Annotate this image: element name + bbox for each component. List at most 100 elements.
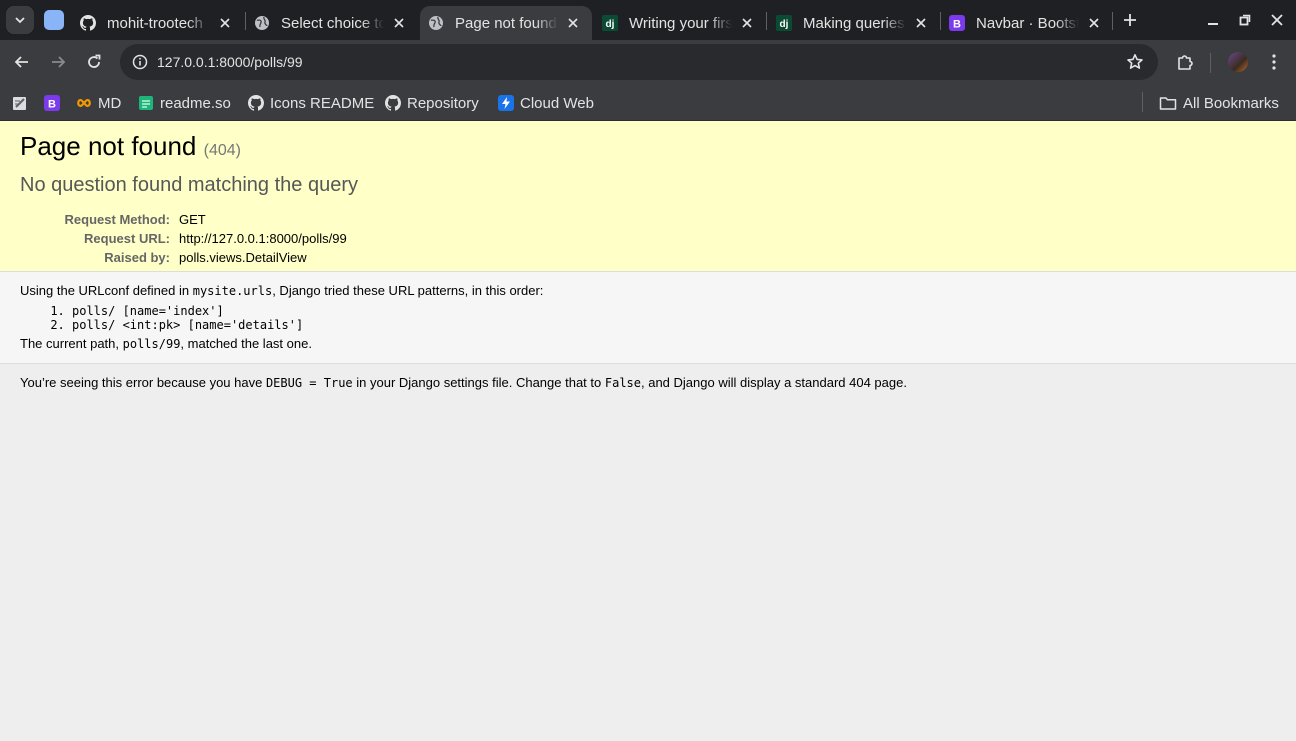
- close-window-button[interactable]: [1265, 8, 1289, 32]
- tab-separator: [1112, 12, 1113, 30]
- forward-button[interactable]: [44, 48, 72, 76]
- meta-label: Raised by:: [104, 250, 170, 265]
- page-title-text: Page not found: [20, 131, 197, 161]
- bookmarks-divider: [1142, 92, 1143, 112]
- current-path: polls/99: [122, 337, 181, 351]
- restore-button[interactable]: [1233, 8, 1257, 32]
- all-bookmarks[interactable]: All Bookmarks: [1159, 91, 1279, 115]
- bootstrap-icon: B: [949, 15, 965, 31]
- tab-group-indicator[interactable]: [44, 10, 64, 30]
- minimize-button[interactable]: [1201, 8, 1225, 32]
- meta-row-raised-by: Raised by: polls.views.DetailView: [20, 248, 347, 267]
- django-icon: dj: [602, 15, 618, 31]
- bookmark-md[interactable]: MD: [76, 91, 121, 115]
- bookmark-label: Icons README: [270, 94, 375, 112]
- bookmark-label: MD: [98, 94, 122, 112]
- new-tab-button[interactable]: [1118, 8, 1142, 32]
- kebab-menu-icon: [1272, 54, 1276, 70]
- close-icon[interactable]: [216, 14, 234, 32]
- meta-label: Request URL:: [84, 231, 170, 246]
- restore-icon: [1239, 14, 1251, 26]
- bootstrap-icon: B: [44, 95, 60, 111]
- tab-title: mohit-trootech: [107, 14, 203, 32]
- avatar: [1228, 52, 1248, 72]
- reload-button[interactable]: [80, 48, 108, 76]
- tab-page-not-found[interactable]: Page not found: [420, 6, 592, 40]
- arrow-left-icon: [14, 56, 28, 68]
- request-meta-table: Request Method: GET Request URL: http://…: [20, 210, 347, 267]
- error-message: No question found matching the query: [20, 174, 358, 196]
- tab-search-button[interactable]: [6, 6, 34, 34]
- puzzle-icon: [1178, 55, 1193, 70]
- extensions-button[interactable]: [1171, 48, 1199, 76]
- tab-title: Writing your first: [629, 14, 732, 32]
- debug-explanation: You’re seeing this error because you hav…: [0, 364, 1296, 401]
- svg-text:dj: dj: [780, 19, 789, 30]
- tab-making-queries[interactable]: dj Making queries: [768, 6, 940, 40]
- note-text: You’re seeing this error because you hav…: [20, 375, 266, 390]
- urlconf-intro: Using the URLconf defined in mysite.urls…: [20, 283, 1276, 299]
- all-bookmarks-label: All Bookmarks: [1183, 94, 1279, 112]
- notes-icon: [12, 95, 28, 111]
- browser-toolbar: 127.0.0.1:8000/polls/99: [0, 40, 1296, 85]
- address-text[interactable]: 127.0.0.1:8000/polls/99: [157, 54, 303, 70]
- meta-value: polls.views.DetailView: [179, 250, 307, 265]
- bookmark-notes[interactable]: [12, 91, 34, 115]
- readme-icon: [138, 95, 154, 111]
- address-bar[interactable]: 127.0.0.1:8000/polls/99: [120, 44, 1158, 80]
- chevron-down-icon: [15, 17, 25, 24]
- close-icon[interactable]: [1085, 14, 1103, 32]
- tab-github[interactable]: mohit-trootech: [72, 6, 244, 40]
- bookmark-label: Repository: [407, 94, 479, 112]
- tab-writing-your-first[interactable]: dj Writing your first: [594, 6, 766, 40]
- back-button[interactable]: [8, 48, 36, 76]
- profile-button[interactable]: [1224, 48, 1252, 76]
- github-icon: [80, 15, 96, 31]
- urlconf-info: Using the URLconf defined in mysite.urls…: [0, 272, 1296, 364]
- arrow-right-icon: [52, 56, 66, 68]
- django-icon: dj: [776, 15, 792, 31]
- false-value: False: [604, 376, 641, 390]
- infinity-icon: [76, 95, 92, 111]
- tab-strip: mohit-trootech Select choice to Page not…: [0, 0, 1296, 40]
- star-icon[interactable]: [1124, 51, 1146, 73]
- tab-navbar-bootstrap[interactable]: B Navbar · Bootstrap: [941, 6, 1113, 40]
- note-text: , and Django will display a standard 404…: [641, 375, 907, 390]
- page-title: Page not found (404): [20, 131, 1276, 162]
- meta-value: GET: [179, 212, 206, 227]
- bookmark-repository[interactable]: Repository: [385, 91, 479, 115]
- site-info-icon[interactable]: [128, 50, 152, 74]
- meta-label: Request Method:: [64, 212, 170, 227]
- debug-note: You’re seeing this error because you hav…: [20, 375, 1276, 390]
- tab-select-choice[interactable]: Select choice to: [246, 6, 418, 40]
- reload-icon: [88, 54, 101, 68]
- close-icon: [1271, 14, 1283, 26]
- url-pattern: polls/ [name='index']: [72, 304, 1276, 318]
- bookmark-cloud-web[interactable]: Cloud Web: [498, 91, 594, 115]
- bookmark-icons-readme[interactable]: Icons README: [248, 91, 374, 115]
- menu-button[interactable]: [1260, 48, 1288, 76]
- bookmarks-bar: B MD readme.so Icons README Repository C…: [0, 85, 1296, 121]
- github-icon: [248, 95, 264, 111]
- bolt-icon: [498, 95, 514, 111]
- intro-text: Using the URLconf defined in: [20, 283, 193, 298]
- page-content: Page not found (404) No question found m…: [0, 121, 1296, 741]
- tab-title: Select choice to: [281, 14, 384, 32]
- urlconf-module: mysite.urls: [192, 284, 273, 298]
- url-pattern: polls/ <int:pk> [name='details']: [72, 318, 1276, 332]
- meta-row-method: Request Method: GET: [20, 210, 347, 229]
- globe-icon: [254, 15, 270, 31]
- bookmark-bootstrap[interactable]: B: [44, 91, 66, 115]
- folder-icon: [1159, 95, 1177, 111]
- close-icon[interactable]: [912, 14, 930, 32]
- close-icon[interactable]: [564, 14, 582, 32]
- meta-row-url: Request URL: http://127.0.0.1:8000/polls…: [20, 229, 347, 248]
- close-icon[interactable]: [738, 14, 756, 32]
- close-icon[interactable]: [390, 14, 408, 32]
- toolbar-divider: [1210, 53, 1211, 73]
- bookmark-label: Cloud Web: [520, 94, 594, 112]
- svg-text:dj: dj: [606, 19, 615, 30]
- bookmark-readme[interactable]: readme.so: [138, 91, 231, 115]
- tab-title: Navbar · Bootstrap: [976, 14, 1079, 32]
- plus-icon: [1124, 14, 1136, 26]
